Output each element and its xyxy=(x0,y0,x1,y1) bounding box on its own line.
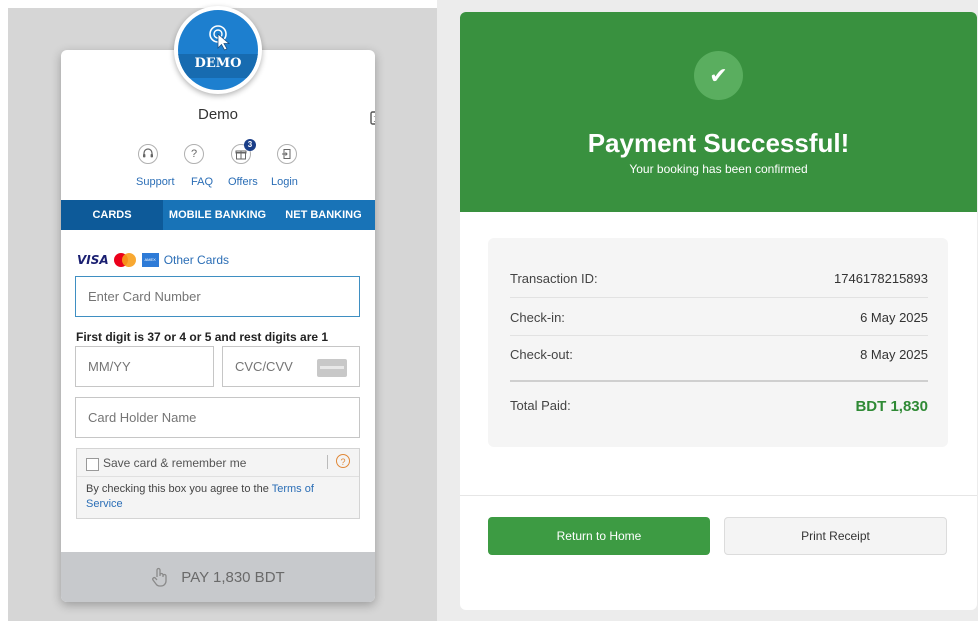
pay-button-label: PAY 1,830 BDT xyxy=(181,568,285,586)
save-card-box: Save card & remember me ? By checking th… xyxy=(76,448,360,519)
visa-icon: VISA xyxy=(77,253,109,267)
row-label: Transaction ID: xyxy=(510,271,598,286)
print-receipt-button[interactable]: Print Receipt xyxy=(724,517,947,555)
row-label: Check-in: xyxy=(510,310,565,325)
success-title: Payment Successful! xyxy=(587,128,850,158)
quick-links-icons: ? 3 xyxy=(138,139,298,165)
save-card-checkbox[interactable] xyxy=(86,458,99,471)
card-number-input[interactable] xyxy=(75,276,360,317)
card-holder-input[interactable] xyxy=(75,397,360,438)
offers-link[interactable]: Offers xyxy=(228,176,258,188)
transaction-id-value: 1746178215893 xyxy=(834,271,928,286)
check-out-value: 8 May 2025 xyxy=(860,347,928,362)
save-card-label: Save card & remember me xyxy=(103,456,247,470)
total-row: Total Paid: BDT 1,830 xyxy=(510,398,928,415)
help-icon[interactable]: ? xyxy=(336,454,350,468)
tab-mobile-banking[interactable]: MOBILE BANKING xyxy=(163,200,272,230)
check-out-row: Check-out: 8 May 2025 xyxy=(510,347,928,362)
amex-icon: AMEX xyxy=(141,253,159,267)
check-in-value: 6 May 2025 xyxy=(860,310,928,325)
terms-prefix: By checking this box you agree to the xyxy=(86,483,272,495)
faq-link[interactable]: FAQ xyxy=(191,176,213,188)
total-label: Total Paid: xyxy=(510,398,571,413)
divider xyxy=(77,476,359,477)
tab-net-banking[interactable]: NET BANKING xyxy=(272,200,375,230)
cursor-icon xyxy=(209,25,231,51)
merchant-logo: DEMO xyxy=(174,6,262,94)
other-cards-link[interactable]: Other Cards xyxy=(164,253,229,267)
divider xyxy=(327,455,328,469)
divider xyxy=(460,495,977,496)
hand-pointer-icon xyxy=(152,567,167,587)
expiry-input[interactable] xyxy=(75,346,214,387)
card-hint-text: First digit is 37 or 4 or 5 and rest dig… xyxy=(76,330,329,344)
transaction-id-row: Transaction ID: 1746178215893 xyxy=(510,271,928,286)
logo-text: DEMO xyxy=(194,56,242,71)
cvc-card-icon xyxy=(317,359,347,377)
checkmark-icon: ✔ xyxy=(694,51,743,100)
divider xyxy=(510,335,928,336)
support-icon[interactable] xyxy=(138,144,158,164)
total-value: BDT 1,830 xyxy=(855,398,928,415)
mastercard-icon xyxy=(113,253,136,267)
login-icon[interactable] xyxy=(277,144,297,164)
support-link[interactable]: Support xyxy=(136,176,175,188)
success-header: ✔ Payment Successful! Your booking has b… xyxy=(460,12,977,212)
offers-badge: 3 xyxy=(244,139,256,151)
faq-icon[interactable]: ? xyxy=(184,144,204,164)
pay-button[interactable]: PAY 1,830 BDT xyxy=(61,552,375,602)
booking-summary: Transaction ID: 1746178215893 Check-in: … xyxy=(488,238,948,447)
success-subtitle: Your booking has been confirmed xyxy=(629,162,808,176)
tab-cards[interactable]: CARDS xyxy=(61,200,163,230)
row-label: Check-out: xyxy=(510,347,573,362)
terms-text: By checking this box you agree to the Te… xyxy=(86,482,351,512)
card-brand-logos: VISA AMEX Other Cards xyxy=(77,252,229,268)
return-home-button[interactable]: Return to Home xyxy=(488,517,710,555)
merchant-name: Demo xyxy=(197,106,238,123)
payment-widget: 文 A × Demo ? 3 Support FAQ Offers Login … xyxy=(61,50,375,602)
divider xyxy=(510,297,928,298)
success-card: ✔ Payment Successful! Your booking has b… xyxy=(460,12,977,610)
payment-method-tabs: CARDS MOBILE BANKING NET BANKING xyxy=(61,200,375,230)
divider xyxy=(510,380,928,382)
login-link[interactable]: Login xyxy=(271,176,298,188)
check-in-row: Check-in: 6 May 2025 xyxy=(510,310,928,325)
